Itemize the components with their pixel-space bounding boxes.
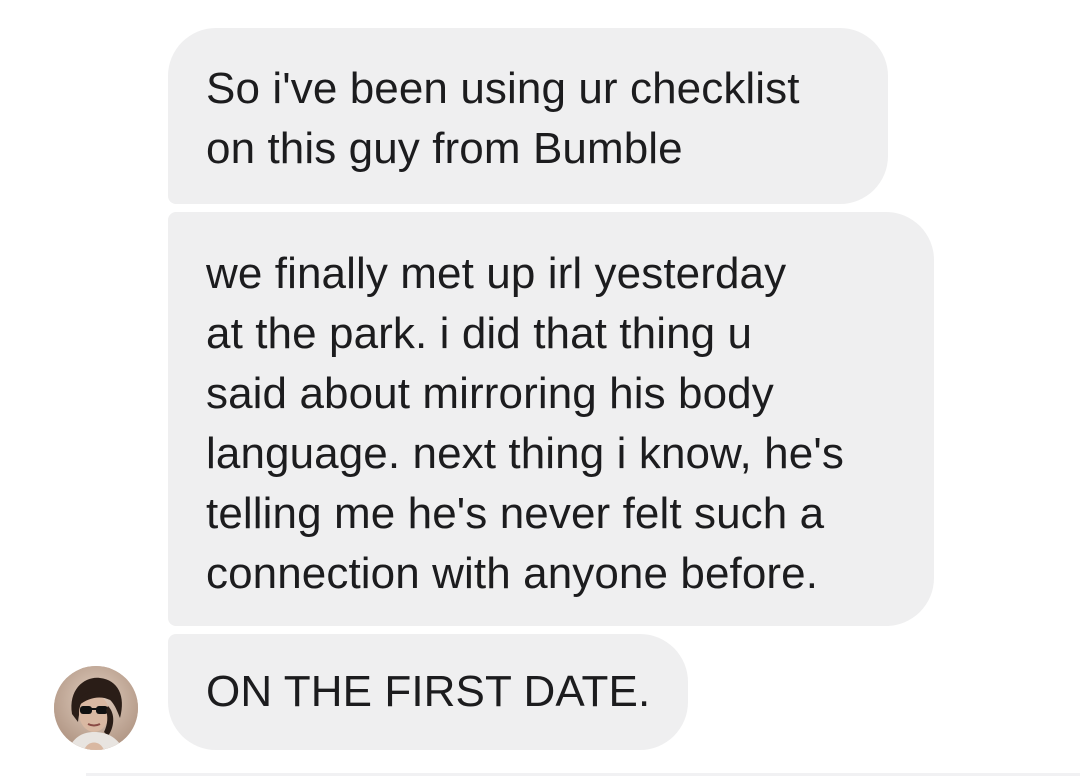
message-text-line: at the park. i did that thing u (206, 309, 753, 358)
message-text-line: ON THE FIRST DATE. (206, 667, 651, 716)
message-bubble[interactable]: ON THE FIRST DATE. (168, 634, 688, 750)
message-text-line: telling me he's never felt such a (206, 489, 825, 538)
message-text-line: connection with anyone before. (206, 549, 819, 598)
message-bubble[interactable]: we finally met up irl yesterday at the p… (168, 212, 934, 626)
message-thread: So i've been using ur checklist on this … (0, 0, 1080, 776)
sender-avatar[interactable] (54, 666, 138, 750)
message-text-line: said about mirroring his body (206, 369, 774, 418)
message-text-line: So i've been using ur checklist (206, 64, 800, 113)
message-text-line: on this guy from Bumble (206, 124, 683, 173)
message-text-line: language. next thing i know, he's (206, 429, 844, 478)
message-bubble[interactable]: So i've been using ur checklist on this … (168, 28, 888, 204)
message-text-line: we finally met up irl yesterday (206, 249, 787, 298)
sender-avatar-photo-icon (54, 666, 138, 750)
